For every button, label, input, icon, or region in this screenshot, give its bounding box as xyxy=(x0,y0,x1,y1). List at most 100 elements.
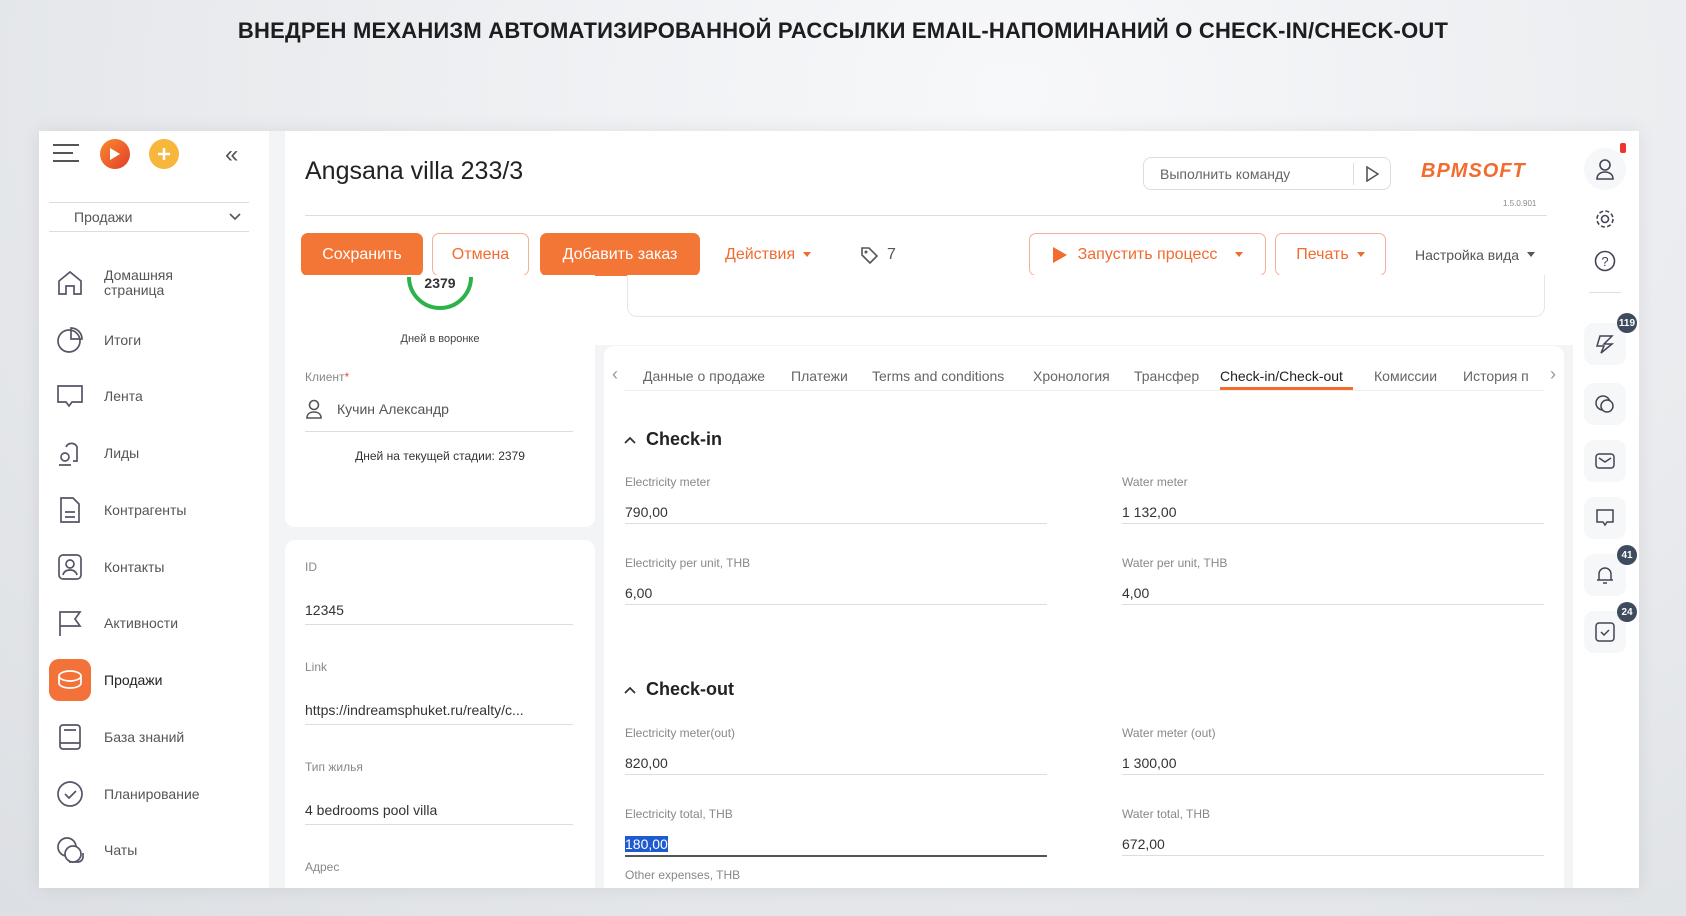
sidebar-item-label: Активности xyxy=(104,614,179,631)
sidebar-item-9[interactable]: Планирование xyxy=(49,771,259,817)
tab-6[interactable]: Комиссии xyxy=(1374,368,1437,384)
workplace-label: Продажи xyxy=(74,209,133,225)
notifications-badge: 41 xyxy=(1617,545,1637,565)
run-process-button[interactable]: Запустить процесс xyxy=(1029,233,1266,276)
tab-1[interactable]: Платежи xyxy=(791,368,848,384)
field-input[interactable]: 820,00 xyxy=(625,755,668,771)
field-label: Water total, THB xyxy=(1122,807,1211,821)
housing-type-label: Тип жилья xyxy=(305,760,363,774)
leads-icon xyxy=(49,432,91,474)
client-field[interactable]: Кучин Александр xyxy=(305,399,449,419)
cancel-button[interactable]: Отмена xyxy=(432,233,529,276)
days-current-stage: Дней на текущей стадии: 2379 xyxy=(355,449,525,463)
chat-icon xyxy=(1595,395,1614,413)
chevron-up-icon xyxy=(624,436,636,444)
other-expenses-label: Other expenses, THB xyxy=(625,868,741,882)
print-button[interactable]: Печать xyxy=(1275,233,1386,276)
sidebar-item-label: Лиды xyxy=(104,444,140,461)
sidebar-item-0[interactable]: Домашняя страница xyxy=(49,260,259,306)
sidebar-item-10[interactable]: Чаты xyxy=(49,827,259,873)
details-card: ID 12345 Link https://indreamsphuket.ru/… xyxy=(285,540,595,888)
email-icon xyxy=(1595,453,1615,469)
tag-icon xyxy=(861,246,879,264)
email-button[interactable] xyxy=(1584,440,1626,482)
add-order-button[interactable]: Добавить заказ xyxy=(540,233,700,276)
field-input[interactable]: 1 132,00 xyxy=(1122,504,1177,520)
flag-icon xyxy=(49,602,91,644)
execute-command-icon[interactable] xyxy=(1354,165,1390,182)
field-input[interactable]: 672,00 xyxy=(1122,836,1165,852)
app-window: « Продажи Домашняя страница Итоги Лента … xyxy=(39,131,1639,888)
tab-2[interactable]: Terms and conditions xyxy=(872,368,1004,384)
housing-type-field[interactable]: 4 bedrooms pool villa xyxy=(305,802,437,818)
command-input[interactable]: Выполнить команду xyxy=(1143,157,1391,190)
chat-button[interactable] xyxy=(1584,383,1626,425)
link-field[interactable]: https://indreamsphuket.ru/realty/c... xyxy=(305,702,524,718)
workplace-select[interactable]: Продажи xyxy=(49,203,249,231)
sidebar-item-1[interactable]: Итоги xyxy=(49,317,259,363)
messages-button[interactable] xyxy=(1584,497,1626,539)
sidebar-item-4[interactable]: Контрагенты xyxy=(49,487,259,533)
command-placeholder: Выполнить команду xyxy=(1160,165,1291,182)
field-label: Water meter xyxy=(1122,475,1188,489)
view-settings-label: Настройка вида xyxy=(1415,246,1520,263)
field-input[interactable]: 180,00 xyxy=(625,836,668,852)
field-input[interactable]: 4,00 xyxy=(1122,585,1149,601)
run-process-icon[interactable] xyxy=(100,139,130,169)
sidebar-item-8[interactable]: База знаний xyxy=(49,714,259,760)
feed-icon xyxy=(49,375,91,417)
client-label: Клиент* xyxy=(305,370,350,384)
settings-icon[interactable] xyxy=(1593,207,1617,231)
bell-icon xyxy=(1597,567,1613,584)
save-button[interactable]: Сохранить xyxy=(301,233,423,276)
field-label: Electricity per unit, THB xyxy=(625,556,751,570)
pie-chart-icon xyxy=(49,319,91,361)
checkout-section-header[interactable]: Check-out xyxy=(624,679,734,700)
sidebar-item-label: Планирование xyxy=(104,785,200,802)
feed-icon xyxy=(1595,335,1615,354)
tabs-scroll-left-icon[interactable]: ‹ xyxy=(612,364,618,385)
days-in-funnel-label: Дней в воронке xyxy=(400,333,480,345)
tags-button[interactable]: 7 xyxy=(859,233,896,276)
field-label: Electricity meter xyxy=(625,475,711,489)
client-value: Кучин Александр xyxy=(337,401,449,417)
field-label: Water per unit, THB xyxy=(1122,556,1228,570)
view-settings-menu[interactable]: Настройка вида xyxy=(1415,233,1536,276)
checkout-title: Check-out xyxy=(646,679,735,699)
sidebar-item-label: Итоги xyxy=(104,331,142,348)
actions-label: Действия xyxy=(725,245,796,263)
profile-button[interactable] xyxy=(1584,148,1626,190)
field-input[interactable]: 6,00 xyxy=(625,585,652,601)
checkin-section-header[interactable]: Check-in xyxy=(624,429,722,450)
sidebar-item-5[interactable]: Контакты xyxy=(49,544,259,590)
sidebar-item-7[interactable]: Продажи xyxy=(49,657,259,703)
tab-3[interactable]: Хронология xyxy=(1033,368,1110,384)
main-area: Angsana villa 233/3 Выполнить команду BP… xyxy=(285,131,1605,888)
field-input[interactable]: 1 300,00 xyxy=(1122,755,1177,771)
actions-menu[interactable]: Действия xyxy=(725,233,812,276)
tabs-scroll-right-icon[interactable]: › xyxy=(1550,364,1556,385)
sidebar-item-label: Домашняя страница xyxy=(104,267,173,298)
tab-5[interactable]: Check-in/Check-out xyxy=(1220,368,1343,384)
sidebar-item-6[interactable]: Активности xyxy=(49,600,259,646)
add-icon[interactable] xyxy=(149,139,179,169)
sidebar-item-3[interactable]: Лиды xyxy=(49,430,259,476)
sidebar-item-2[interactable]: Лента xyxy=(49,373,259,419)
chats-icon xyxy=(49,829,91,871)
user-icon xyxy=(306,399,322,419)
field-label: Electricity total, THB xyxy=(625,807,733,821)
svg-text:?: ? xyxy=(1601,254,1608,269)
collapse-sidebar-icon[interactable]: « xyxy=(225,141,238,169)
id-label: ID xyxy=(305,560,317,574)
tab-7[interactable]: История п xyxy=(1463,368,1541,384)
help-icon[interactable]: ? xyxy=(1593,249,1617,273)
field-input[interactable]: 790,00 xyxy=(625,504,668,520)
address-label: Адрес xyxy=(305,860,340,874)
hamburger-menu-icon[interactable] xyxy=(51,141,81,165)
field-label: Water meter (out) xyxy=(1122,726,1216,740)
days-in-funnel-value: 2379 xyxy=(424,275,456,291)
link-label: Link xyxy=(305,660,328,674)
tab-4[interactable]: Трансфер xyxy=(1134,368,1199,384)
tab-0[interactable]: Данные о продаже xyxy=(643,368,765,384)
id-field[interactable]: 12345 xyxy=(305,602,344,618)
